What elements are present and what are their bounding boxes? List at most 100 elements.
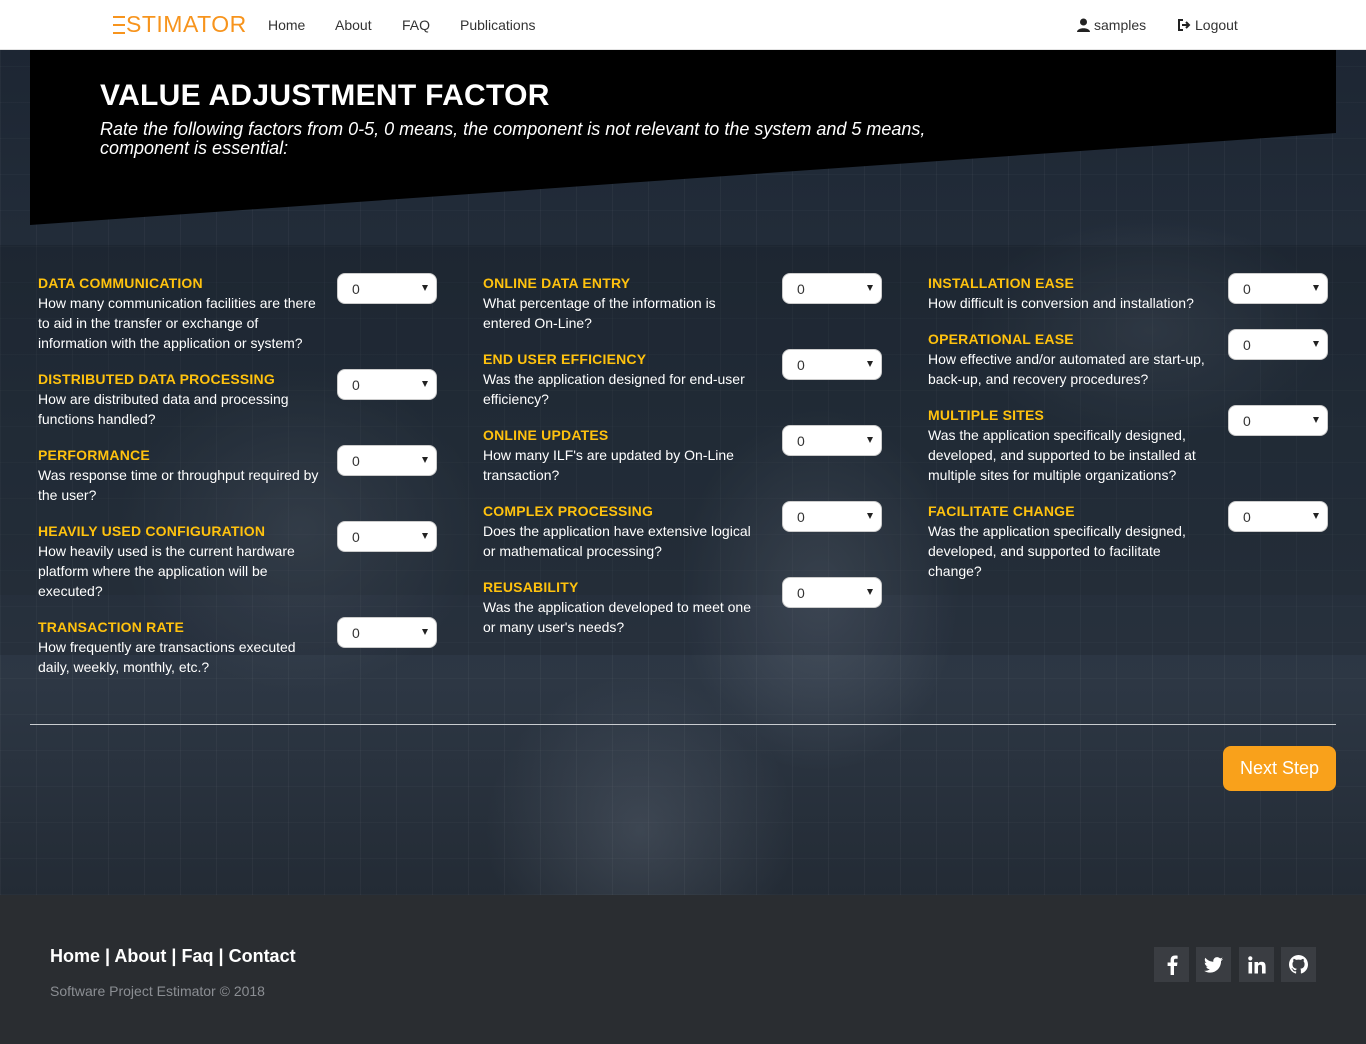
factor-title: DATA COMMUNICATION <box>38 275 203 291</box>
caret-down-icon <box>867 589 873 595</box>
github-button[interactable] <box>1281 947 1316 982</box>
footer-links: Home | About | Faq | Contact <box>50 946 296 967</box>
user-icon <box>1077 18 1090 32</box>
page-subtitle: Rate the following factors from 0-5, 0 m… <box>100 119 926 158</box>
factor-facilitate-change: FACILITATE CHANGE Was the application sp… <box>928 501 1213 581</box>
factor-description: Does the application have extensive logi… <box>483 523 751 559</box>
select-value: 0 <box>352 625 360 641</box>
select-value: 0 <box>352 281 360 297</box>
footer-separator: | <box>218 946 224 966</box>
select-operational-ease[interactable]: 0 <box>1228 329 1328 360</box>
factor-heavily-used-configuration: HEAVILY USED CONFIGURATION How heavily u… <box>38 521 328 601</box>
select-heavily-used-configuration[interactable]: 0 <box>337 521 437 552</box>
caret-down-icon <box>867 361 873 367</box>
caret-down-icon <box>422 629 428 635</box>
select-end-user-efficiency[interactable]: 0 <box>782 349 882 380</box>
brand-logo[interactable]: STIMATOR <box>113 11 247 38</box>
caret-down-icon <box>422 285 428 291</box>
next-step-button[interactable]: Next Step <box>1223 746 1336 791</box>
factor-installation-ease: INSTALLATION EASE How difficult is conve… <box>928 273 1213 313</box>
factor-title: MULTIPLE SITES <box>928 407 1045 423</box>
factor-description: How are distributed data and processing … <box>38 391 289 427</box>
factor-title: DISTRIBUTED DATA PROCESSING <box>38 371 275 387</box>
factor-description: Was the application specifically designe… <box>928 523 1186 579</box>
footer-separator: | <box>171 946 177 966</box>
logo-e-mark <box>113 16 125 34</box>
select-value: 0 <box>797 357 805 373</box>
factor-transaction-rate: TRANSACTION RATE How frequently are tran… <box>38 617 328 677</box>
select-online-data-entry[interactable]: 0 <box>782 273 882 304</box>
logout-icon <box>1178 19 1191 31</box>
select-reusability[interactable]: 0 <box>782 577 882 608</box>
select-distributed-data-processing[interactable]: 0 <box>337 369 437 400</box>
nav-faq[interactable]: FAQ <box>402 17 430 33</box>
factor-reusability: REUSABILITY Was the application develope… <box>483 577 763 637</box>
navbar: STIMATOR Home About FAQ Publications sam… <box>0 0 1366 50</box>
factor-description: How many ILF's are updated by On-Line tr… <box>483 447 734 483</box>
caret-down-icon <box>867 437 873 443</box>
factor-title: COMPLEX PROCESSING <box>483 503 654 519</box>
factor-performance: PERFORMANCE Was response time or through… <box>38 445 328 505</box>
select-online-updates[interactable]: 0 <box>782 425 882 456</box>
select-complex-processing[interactable]: 0 <box>782 501 882 532</box>
factor-title: FACILITATE CHANGE <box>928 503 1075 519</box>
page-title: VALUE ADJUSTMENT FACTOR <box>100 79 550 112</box>
select-value: 0 <box>797 585 805 601</box>
divider <box>30 724 1336 725</box>
factor-description: How effective and/or automated are start… <box>928 351 1205 387</box>
select-value: 0 <box>1243 413 1251 429</box>
factor-distributed-data-processing: DISTRIBUTED DATA PROCESSING How are dist… <box>38 369 328 429</box>
caret-down-icon <box>1313 417 1319 423</box>
factor-complex-processing: COMPLEX PROCESSING Does the application … <box>483 501 763 561</box>
twitter-button[interactable] <box>1196 947 1231 982</box>
caret-down-icon <box>1313 285 1319 291</box>
footer-separator: | <box>105 946 111 966</box>
factor-description: Was response time or throughput required… <box>38 467 319 503</box>
factor-data-communication: DATA COMMUNICATION How many communicatio… <box>38 273 328 353</box>
factor-description: Was the application designed for end-use… <box>483 371 745 407</box>
caret-down-icon <box>867 285 873 291</box>
nav-home[interactable]: Home <box>268 17 305 33</box>
copyright: Software Project Estimator © 2018 <box>50 983 265 999</box>
select-transaction-rate[interactable]: 0 <box>337 617 437 648</box>
select-multiple-sites[interactable]: 0 <box>1228 405 1328 436</box>
select-value: 0 <box>352 377 360 393</box>
footer-link-contact[interactable]: Contact <box>229 946 296 966</box>
select-value: 0 <box>797 281 805 297</box>
factor-description: How frequently are transactions executed… <box>38 639 296 675</box>
select-installation-ease[interactable]: 0 <box>1228 273 1328 304</box>
factor-title: TRANSACTION RATE <box>38 619 185 635</box>
select-performance[interactable]: 0 <box>337 445 437 476</box>
footer-link-about[interactable]: About <box>114 946 166 966</box>
factor-end-user-efficiency: END USER EFFICIENCY Was the application … <box>483 349 763 409</box>
facebook-button[interactable] <box>1154 947 1189 982</box>
factor-operational-ease: OPERATIONAL EASE How effective and/or au… <box>928 329 1213 389</box>
factor-description: How difficult is conversion and installa… <box>928 295 1194 311</box>
caret-down-icon <box>867 513 873 519</box>
factor-multiple-sites: MULTIPLE SITES Was the application speci… <box>928 405 1213 485</box>
footer-link-faq[interactable]: Faq <box>181 946 213 966</box>
footer: Home | About | Faq | Contact Software Pr… <box>0 895 1366 1044</box>
factor-online-updates: ONLINE UPDATES How many ILF's are update… <box>483 425 763 485</box>
select-data-communication[interactable]: 0 <box>337 273 437 304</box>
select-facilitate-change[interactable]: 0 <box>1228 501 1328 532</box>
nav-logout[interactable]: Logout <box>1177 17 1238 33</box>
select-value: 0 <box>797 433 805 449</box>
select-value: 0 <box>352 529 360 545</box>
factor-description: How heavily used is the current hardware… <box>38 543 295 599</box>
caret-down-icon <box>1313 513 1319 519</box>
facebook-icon <box>1167 955 1178 975</box>
github-icon <box>1289 955 1308 974</box>
nav-publications[interactable]: Publications <box>460 17 536 33</box>
factor-title: REUSABILITY <box>483 579 579 595</box>
linkedin-button[interactable] <box>1239 947 1274 982</box>
factor-description: Was the application developed to meet on… <box>483 599 751 635</box>
nav-user[interactable]: samples <box>1077 17 1146 33</box>
factor-title: PERFORMANCE <box>38 447 150 463</box>
nav-about[interactable]: About <box>335 17 372 33</box>
logout-label: Logout <box>1195 17 1238 33</box>
factor-title: INSTALLATION EASE <box>928 275 1074 291</box>
factor-title: ONLINE DATA ENTRY <box>483 275 631 291</box>
caret-down-icon <box>422 381 428 387</box>
footer-link-home[interactable]: Home <box>50 946 100 966</box>
